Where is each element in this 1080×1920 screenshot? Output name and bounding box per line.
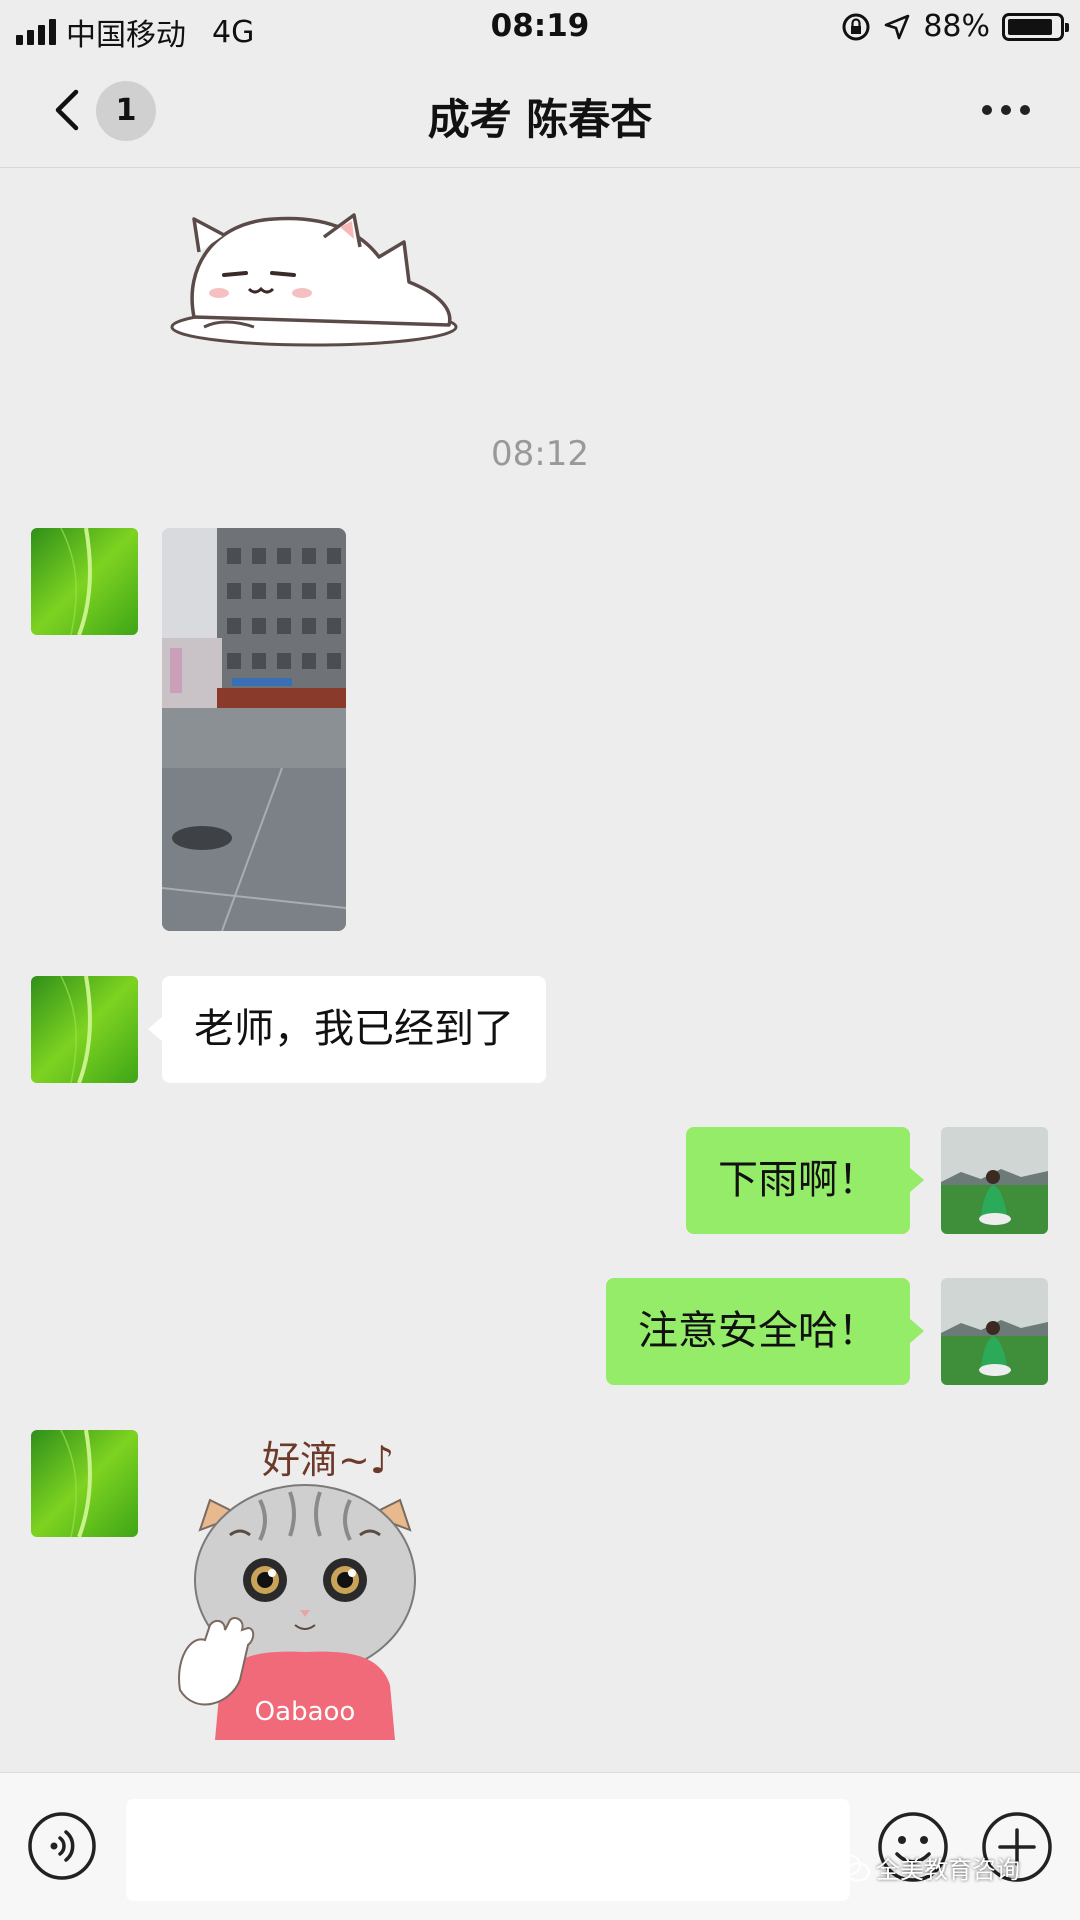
more-icon[interactable] (966, 82, 1046, 138)
battery-icon (1002, 12, 1069, 41)
chat-timestamp: 08:12 (491, 434, 589, 474)
message-bubble-sent[interactable]: 下雨啊！ (686, 1127, 924, 1234)
voice-icon[interactable] (26, 1810, 98, 1882)
chat-title: 成考 陈春杏 (427, 95, 653, 144)
rotation-lock-icon (842, 13, 870, 40)
message-input[interactable] (126, 1799, 850, 1901)
wechat-logo-icon (833, 1853, 870, 1881)
signal-icon (16, 19, 56, 45)
location-icon (885, 14, 910, 39)
nav-bar: 1 成考 陈春杏 (0, 52, 1080, 168)
contact-avatar[interactable] (31, 528, 138, 635)
contact-avatar[interactable] (31, 1430, 138, 1537)
chat-area[interactable]: 08:12 老师，我已经到了 下雨啊！ 注意安全哈！ 好滴~♪ Oabaoo (0, 169, 1080, 1772)
watermark-text: 全美教育咨询 (876, 1856, 1020, 1884)
battery-percent: 88% (923, 9, 990, 44)
sticker-cat-waving[interactable]: 好滴~♪ Oabaoo (170, 1430, 440, 1740)
network-type: 4G (212, 14, 255, 50)
input-bar (0, 1772, 1080, 1920)
status-right: 88% (841, 9, 1069, 44)
message-bubble-received[interactable]: 老师，我已经到了 (148, 976, 546, 1083)
user-avatar[interactable] (941, 1278, 1048, 1385)
message-bubble-sent[interactable]: 注意安全哈！ (606, 1278, 924, 1385)
user-avatar[interactable] (941, 1127, 1048, 1234)
contact-avatar[interactable] (31, 976, 138, 1083)
carrier-name: 中国移动 (66, 18, 186, 53)
status-bar: 中国移动 4G 08:19 88% (0, 0, 1080, 54)
sticker-caption: 好滴~♪ (262, 1438, 394, 1482)
photo-rainy-plaza[interactable] (162, 528, 346, 931)
watermark: 全美教育咨询 (832, 1850, 1020, 1885)
sticker-sleeping-cat[interactable] (164, 197, 466, 347)
battery-fill (1008, 18, 1052, 35)
sticker-shirt-text: Oabaoo (255, 1697, 356, 1727)
status-left: 中国移动 4G (16, 10, 254, 54)
